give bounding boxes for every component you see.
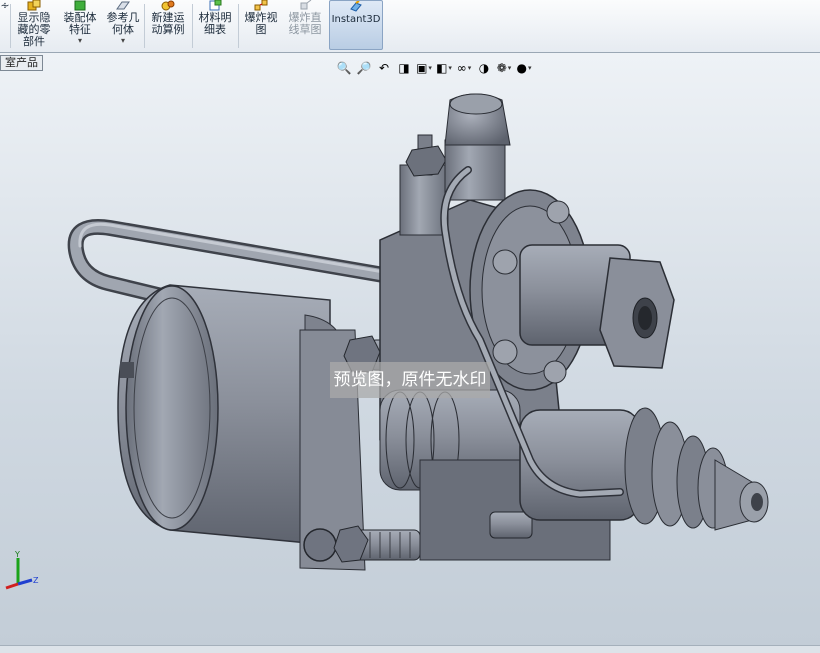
exploded-view-button[interactable]: 爆炸视图: [240, 0, 282, 50]
assembly-feature-button[interactable]: 装配体特征 ▾: [58, 0, 102, 50]
bill-of-materials-icon: [209, 0, 222, 11]
explode-line-sketch-button[interactable]: 爆炸直线草图: [284, 0, 326, 50]
ribbon-separator: [192, 4, 193, 48]
view-settings-icon[interactable]: ● ▾: [516, 60, 532, 76]
bill-of-materials-button[interactable]: 材料明细表: [194, 0, 236, 50]
new-motion-study-label: 新建运动算例: [151, 11, 185, 36]
bill-of-materials-label: 材料明细表: [198, 11, 232, 36]
heads-up-view-toolbar: 🔍 🔎 ↶ ◨ ▣ ▾ ◧ ▾ ∞ ▾ ◑ ❁ ▾ ● ▾: [336, 58, 532, 78]
display-style-icon[interactable]: ◧ ▾: [436, 60, 452, 76]
ribbon-partial-button[interactable]: ∻: [0, 0, 10, 50]
instant3d-icon: [350, 1, 362, 12]
show-hidden-components-button[interactable]: 显示隐藏的零部件: [12, 0, 56, 50]
zoom-to-fit-icon[interactable]: 🔍: [336, 60, 352, 76]
exploded-view-label: 爆炸视图: [244, 11, 278, 36]
ribbon-separator: [144, 4, 145, 48]
triad-z-label: Z: [33, 576, 39, 585]
explode-line-sketch-label: 爆炸直线草图: [288, 11, 322, 36]
instant3d-button[interactable]: Instant3D: [329, 0, 383, 50]
zoom-area-icon[interactable]: 🔎: [356, 60, 372, 76]
graphics-area[interactable]: 预览图，原件无水印 Y Z: [0, 53, 820, 645]
new-motion-study-button[interactable]: 新建运动算例: [146, 0, 190, 50]
triad-y-label: Y: [14, 550, 20, 559]
exploded-view-icon: [254, 0, 268, 11]
section-view-icon[interactable]: ◨: [396, 60, 412, 76]
instant3d-label: Instant3D: [331, 14, 381, 25]
ribbon-partial-label: ∻: [0, 0, 10, 12]
command-manager-ribbon: ∻ 显示隐藏的零部件 装配体特征 ▾ 参考几何体 ▾ 新建运动算例 材料明细表 …: [0, 0, 820, 53]
output-cylinder-and-boot: [519, 407, 769, 531]
reference-geometry-icon: [116, 1, 130, 10]
motion-study-icon: [161, 0, 175, 11]
assembly-feature-label: 装配体特征: [63, 11, 97, 36]
feature-tree-tab[interactable]: 室产品: [0, 55, 43, 71]
preview-watermark: 预览图，原件无水印: [330, 362, 490, 398]
assembly-feature-icon: [74, 0, 86, 11]
pump-assembly-model[interactable]: [0, 53, 820, 645]
show-hidden-components-label: 显示隐藏的零部件: [17, 11, 51, 48]
explode-line-sketch-icon: [300, 0, 312, 10]
view-orientation-icon[interactable]: ▣ ▾: [416, 60, 432, 76]
reference-geometry-label: 参考几何体: [106, 11, 140, 36]
previous-view-icon[interactable]: ↶: [376, 60, 392, 76]
edit-appearance-icon[interactable]: ◑: [476, 60, 492, 76]
hide-show-icon[interactable]: ∞ ▾: [456, 60, 472, 76]
show-hidden-icon: [27, 0, 41, 11]
apply-scene-icon[interactable]: ❁ ▾: [496, 60, 512, 76]
reference-geometry-button[interactable]: 参考几何体 ▾: [104, 0, 142, 50]
ribbon-separator: [238, 4, 239, 48]
assembly-feature-dropdown-icon[interactable]: ▾: [58, 36, 102, 45]
return-pipe: [67, 219, 438, 306]
reference-geometry-dropdown-icon[interactable]: ▾: [104, 36, 142, 45]
ribbon-separator: [10, 4, 11, 48]
reference-triad: Y Z: [5, 550, 39, 590]
